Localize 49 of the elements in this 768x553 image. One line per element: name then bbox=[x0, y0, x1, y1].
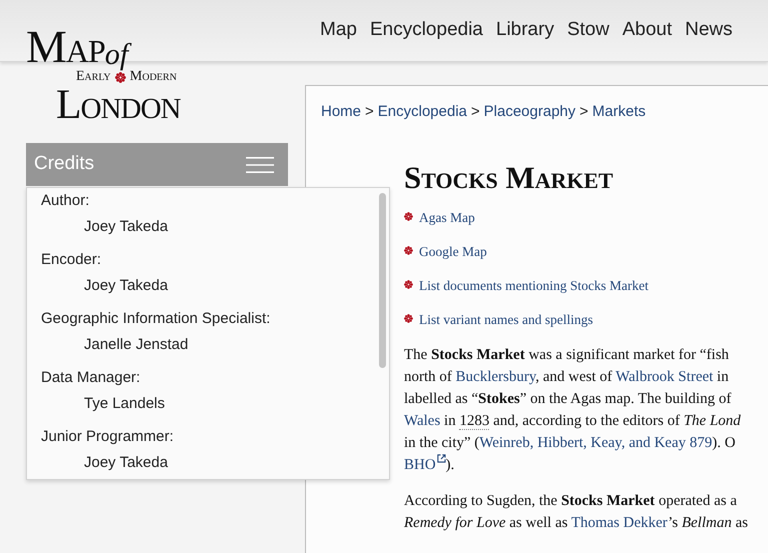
rosette-icon bbox=[114, 72, 126, 82]
rosette-icon bbox=[404, 314, 413, 323]
page-title: Stocks Market bbox=[404, 158, 614, 196]
panel-title: Credits bbox=[34, 152, 94, 176]
logo-text: Map bbox=[26, 24, 105, 70]
breadcrumb-link[interactable]: Home bbox=[321, 103, 362, 120]
link[interactable]: Wales bbox=[404, 412, 440, 429]
logo-text: London bbox=[55, 84, 180, 126]
logo-text: Early bbox=[76, 70, 111, 84]
link[interactable]: List documents mentioning Stocks Market bbox=[419, 276, 648, 296]
credit-name: Joey Takeda bbox=[83, 217, 169, 237]
link[interactable]: Agas Map bbox=[419, 208, 475, 228]
link[interactable]: Bucklersbury bbox=[456, 368, 536, 385]
breadcrumb-link[interactable]: Markets bbox=[592, 103, 646, 120]
breadcrumb-link[interactable]: Encyclopedia bbox=[378, 103, 468, 120]
link[interactable]: Weinreb, Hibbert, Keay, and Keay 879 bbox=[479, 434, 712, 451]
menu-icon bbox=[246, 156, 274, 174]
credit-role: Geographic Information Specialist: bbox=[41, 309, 272, 329]
link[interactable]: BHO bbox=[404, 456, 446, 473]
rosette-icon bbox=[404, 246, 413, 255]
breadcrumb-separator: > bbox=[471, 103, 480, 120]
credit-name: Joey Takeda bbox=[83, 276, 169, 296]
breadcrumb-link[interactable]: Placeography bbox=[484, 103, 576, 120]
credit-name: Janelle Jenstad bbox=[83, 335, 190, 355]
credit-role: Junior Programmer: bbox=[41, 427, 175, 447]
nav-link[interactable]: Encyclopedia bbox=[370, 16, 483, 44]
logo-text: Modern bbox=[130, 70, 177, 84]
nav-link[interactable]: Library bbox=[496, 16, 554, 44]
paragraph: The Stocks Market was a significant market for “fish north of Bucklersbury, and west of Walbrook Street in labelled as “Stokes” on the Agas map. The building of Wales in 1283 and, according to the editors of The Lond in the city” (Weinreb, Hibbert, Keay, and Keay 879). O BHO ). bbox=[404, 346, 742, 475]
link[interactable]: Thomas Dekker bbox=[571, 514, 668, 531]
paragraph: According to Sugden, the Stocks Market operated as a Remedy for Love as well as Thomas Dekker’s Bellman as bbox=[404, 492, 749, 533]
rosette-icon bbox=[404, 212, 413, 221]
link[interactable]: Google Map bbox=[419, 242, 487, 262]
credit-role: Author: bbox=[41, 191, 90, 211]
external-link-icon bbox=[436, 454, 446, 463]
credit-name: Joey Takeda bbox=[83, 453, 169, 473]
credit-name: Tye Landels bbox=[83, 394, 166, 414]
nav-link[interactable]: Stow bbox=[567, 16, 610, 44]
breadcrumb-separator: > bbox=[365, 103, 374, 120]
credit-role: Data Manager: bbox=[41, 368, 142, 388]
nav-link[interactable]: News bbox=[684, 16, 732, 44]
nav-link[interactable]: Map bbox=[320, 16, 357, 44]
scrollbar-thumb[interactable] bbox=[379, 193, 386, 368]
nav-link[interactable]: About bbox=[622, 16, 672, 44]
breadcrumb-separator: > bbox=[580, 103, 588, 120]
link[interactable]: List variant names and spellings bbox=[419, 310, 593, 330]
rosette-icon bbox=[404, 280, 413, 289]
credit-role: Encoder: bbox=[41, 250, 102, 270]
link[interactable]: Walbrook Street bbox=[616, 368, 714, 385]
